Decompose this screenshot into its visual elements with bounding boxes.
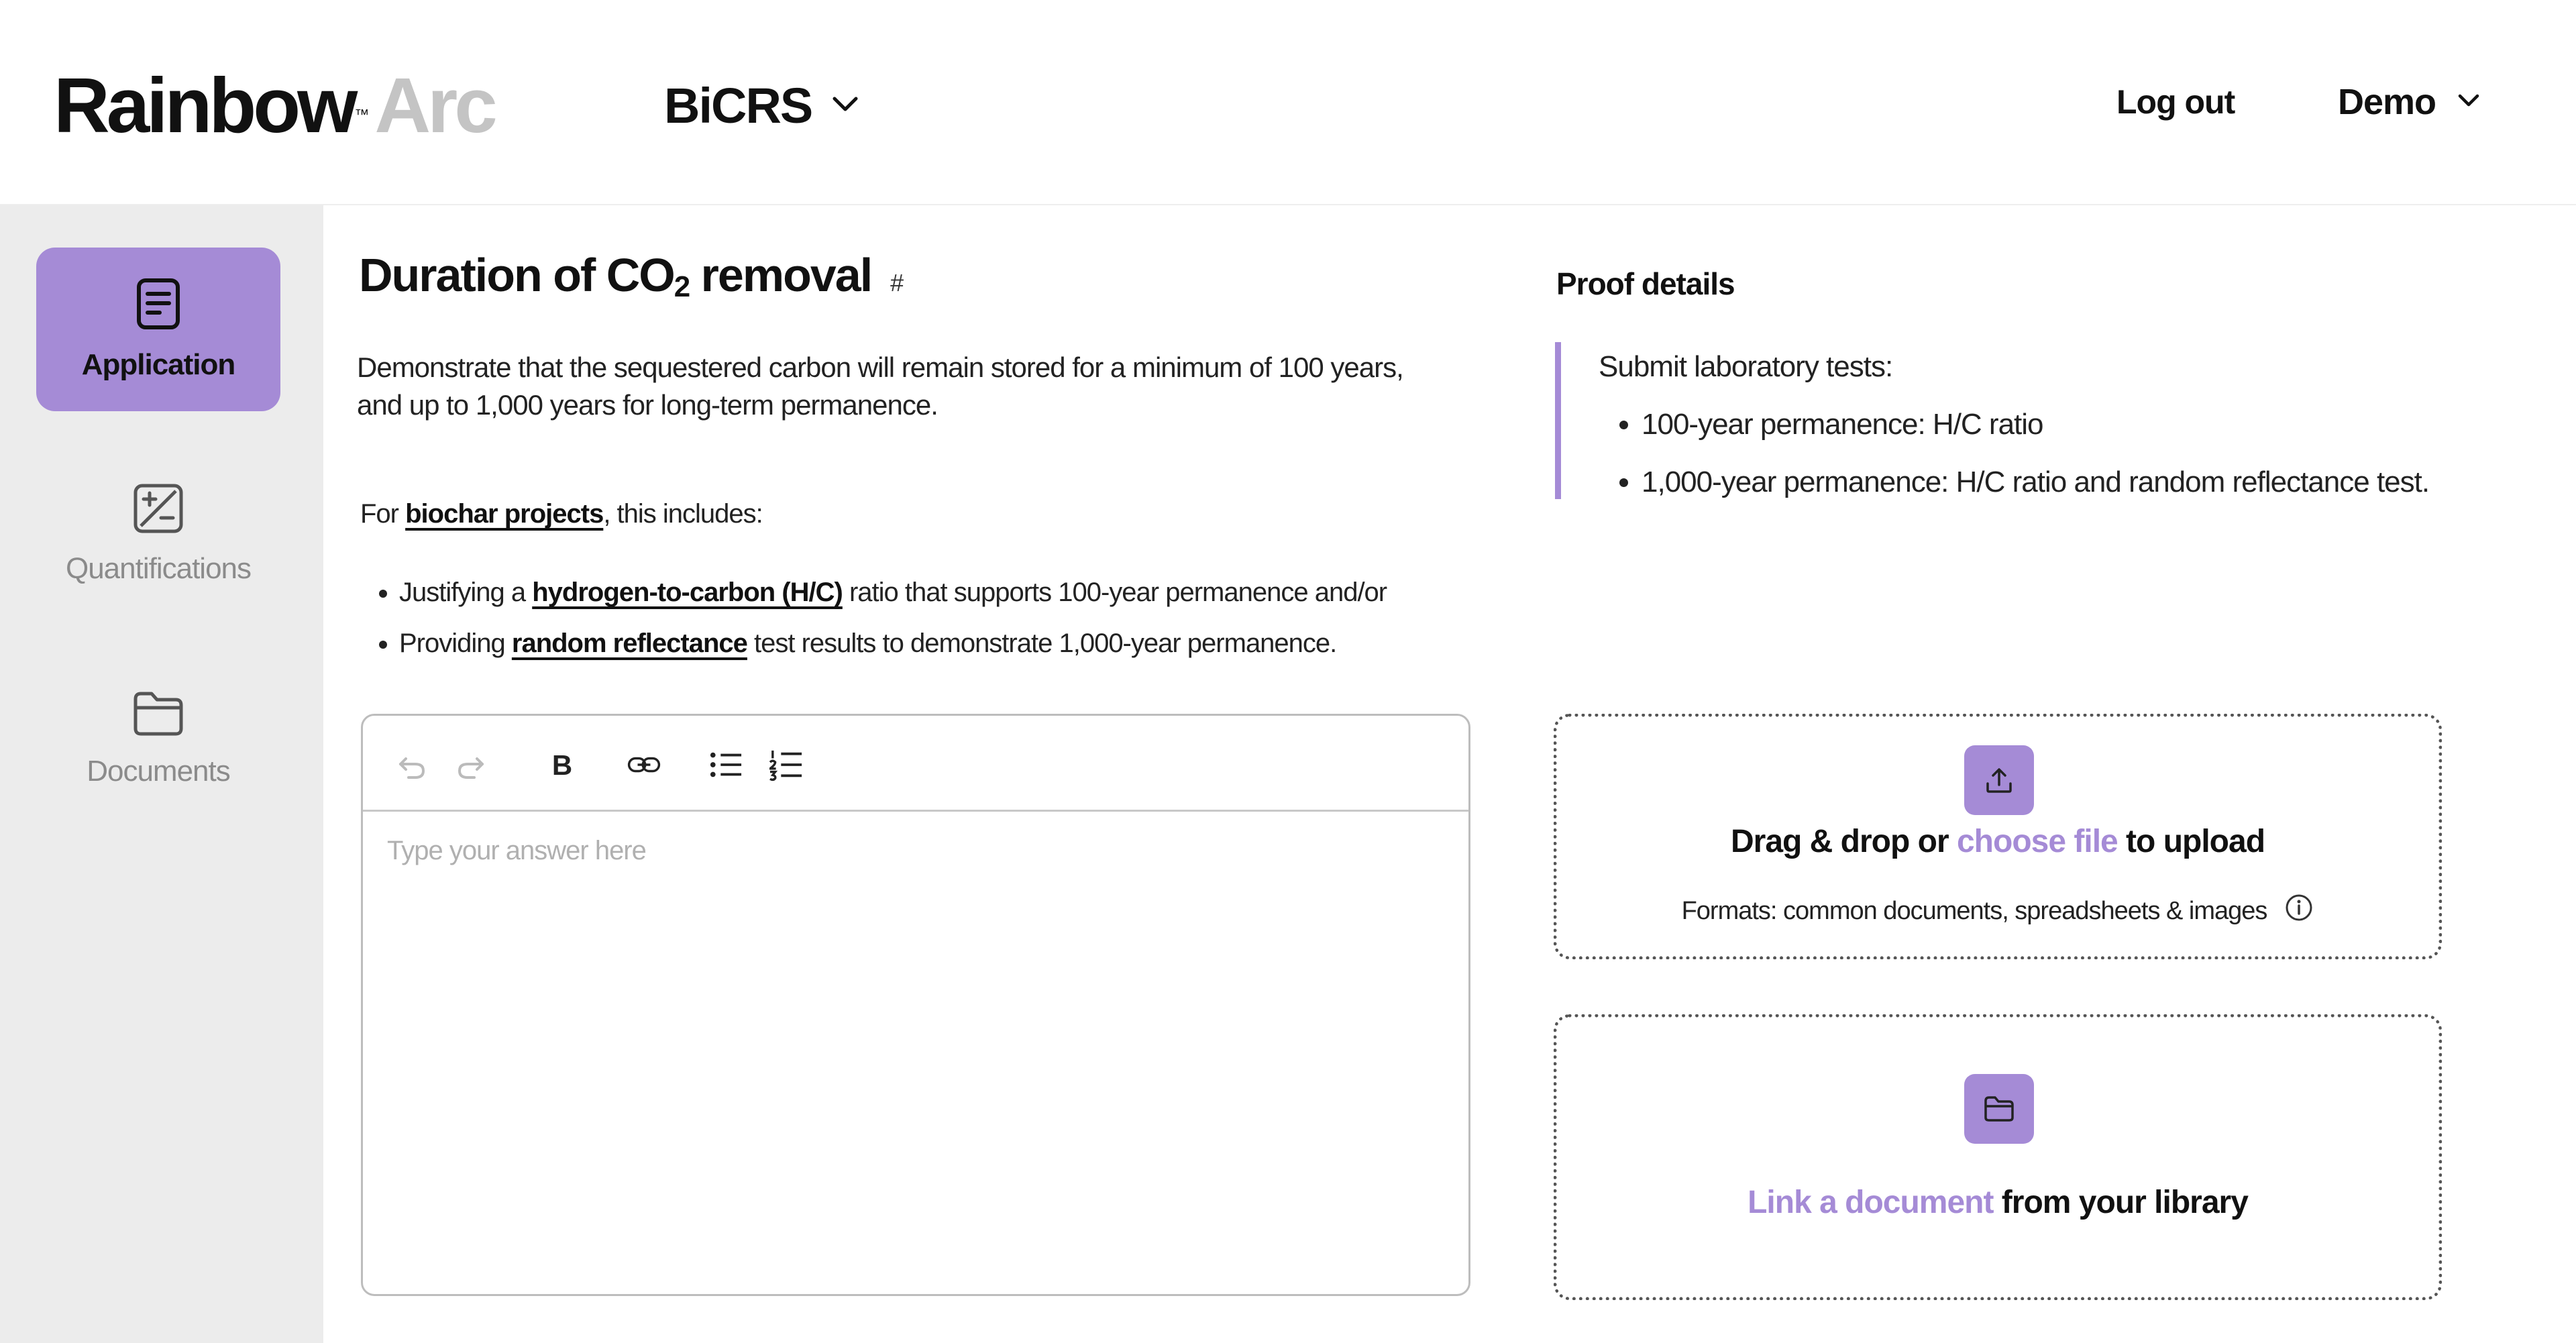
intro-suffix: , this includes:	[603, 499, 763, 529]
document-icon	[136, 278, 180, 333]
info-icon[interactable]	[2284, 893, 2314, 929]
hydrogen-to-carbon-link[interactable]: hydrogen-to-carbon (H/C)	[532, 578, 843, 607]
numbered-list-icon[interactable]	[769, 748, 803, 782]
logo-primary-text: Rainbow	[54, 62, 358, 149]
proof-intro: Submit laboratory tests:	[1599, 350, 1893, 383]
upload-text-suffix: to upload	[2117, 824, 2265, 859]
library-text-suffix: from your library	[1993, 1185, 2249, 1220]
page-title-subscript: 2	[674, 270, 691, 303]
proof-list: 100-year permanence: H/C ratio 1,000-yea…	[1599, 396, 2534, 511]
upload-formats: Formats: common documents, spreadsheets …	[1557, 893, 2438, 929]
proof-details-box: Submit laboratory tests: 100-year perman…	[1555, 342, 2534, 499]
anchor-hash-link[interactable]: #	[890, 269, 904, 297]
sidebar-item-documents[interactable]: Documents	[36, 657, 280, 820]
chevron-down-icon	[832, 95, 859, 116]
list-item-suffix: ratio that supports 100-year permanence …	[842, 578, 1387, 607]
description-line: Demonstrate that the sequestered carbon …	[357, 352, 1404, 383]
list-item: 1,000-year permanence: H/C ratio and ran…	[1642, 453, 2534, 511]
project-selector[interactable]: BiCRS	[664, 75, 859, 136]
proof-details-title: Proof details	[1556, 266, 1735, 301]
library-instruction: Link a document from your library	[1557, 1184, 2438, 1221]
folder-icon	[131, 690, 185, 740]
answer-textarea[interactable]	[363, 812, 1468, 1293]
user-menu[interactable]: Demo	[2338, 75, 2480, 129]
list-item-prefix: Justifying a	[399, 578, 533, 607]
intro-prefix: For	[360, 499, 406, 529]
sidebar: Application Quantifications Documents	[0, 205, 323, 1343]
requirement-list: Justifying a hydrogen-to-carbon (H/C) ra…	[360, 567, 1387, 669]
redo-icon[interactable]	[454, 748, 488, 782]
bullet-list-icon[interactable]	[709, 748, 743, 782]
logo-trademark: ™	[354, 106, 370, 123]
library-link-dropzone[interactable]: Link a document from your library	[1554, 1014, 2442, 1300]
folder-icon	[1964, 1074, 2034, 1144]
logout-button[interactable]: Log out	[2116, 75, 2235, 129]
sidebar-item-label: Quantifications	[65, 551, 252, 585]
bold-icon[interactable]: B	[545, 748, 579, 782]
biochar-projects-link[interactable]: biochar projects	[405, 499, 604, 529]
upload-formats-text: Formats: common documents, spreadsheets …	[1681, 896, 2268, 925]
app-logo[interactable]: Rainbow™Arc	[54, 62, 498, 149]
sidebar-item-label: Documents	[87, 754, 231, 788]
logo-secondary-text: Arc	[374, 62, 497, 149]
undo-icon[interactable]	[395, 748, 429, 782]
description-line: and up to 1,000 years for long-term perm…	[357, 389, 938, 421]
list-item: Justifying a hydrogen-to-carbon (H/C) ra…	[399, 567, 1387, 618]
upload-icon	[1964, 745, 2034, 815]
list-item: Providing random reflectance test result…	[399, 618, 1387, 669]
calculator-icon	[133, 483, 184, 537]
project-selector-label: BiCRS	[664, 77, 813, 133]
file-upload-dropzone[interactable]: Drag & drop or choose file to upload For…	[1554, 714, 2442, 959]
upload-text-prefix: Drag & drop or	[1730, 824, 1957, 859]
sidebar-item-label: Application	[81, 347, 236, 381]
page-description: Demonstrate that the sequestered carbon …	[357, 349, 1497, 424]
page-title: Duration of CO2 removal	[359, 248, 873, 304]
random-reflectance-link[interactable]: random reflectance	[512, 629, 748, 658]
upload-instruction: Drag & drop or choose file to upload	[1557, 823, 2438, 860]
list-item-suffix: test results to demonstrate 1,000-year p…	[747, 629, 1337, 658]
editor-toolbar: B	[363, 716, 1468, 812]
intro-text: For biochar projects, this includes:	[360, 499, 763, 529]
svg-text:B: B	[552, 749, 572, 780]
list-item: 100-year permanence: H/C ratio	[1642, 396, 2534, 453]
answer-editor: B	[361, 714, 1470, 1296]
link-document-link[interactable]: Link a document	[1748, 1185, 1994, 1220]
page-title-row: Duration of CO2 removal #	[359, 248, 904, 304]
chevron-down-icon	[2457, 93, 2480, 111]
sidebar-item-application[interactable]: Application	[36, 248, 280, 411]
user-menu-label: Demo	[2338, 82, 2436, 122]
top-header: Rainbow™Arc BiCRS Log out Demo	[0, 0, 2576, 205]
sidebar-item-quantifications[interactable]: Quantifications	[36, 452, 280, 616]
page-title-prefix: Duration of CO	[359, 249, 676, 301]
list-item-prefix: Providing	[399, 629, 512, 658]
choose-file-link[interactable]: choose file	[1957, 824, 2118, 859]
link-icon[interactable]	[627, 748, 661, 782]
page-title-suffix: removal	[689, 249, 873, 301]
